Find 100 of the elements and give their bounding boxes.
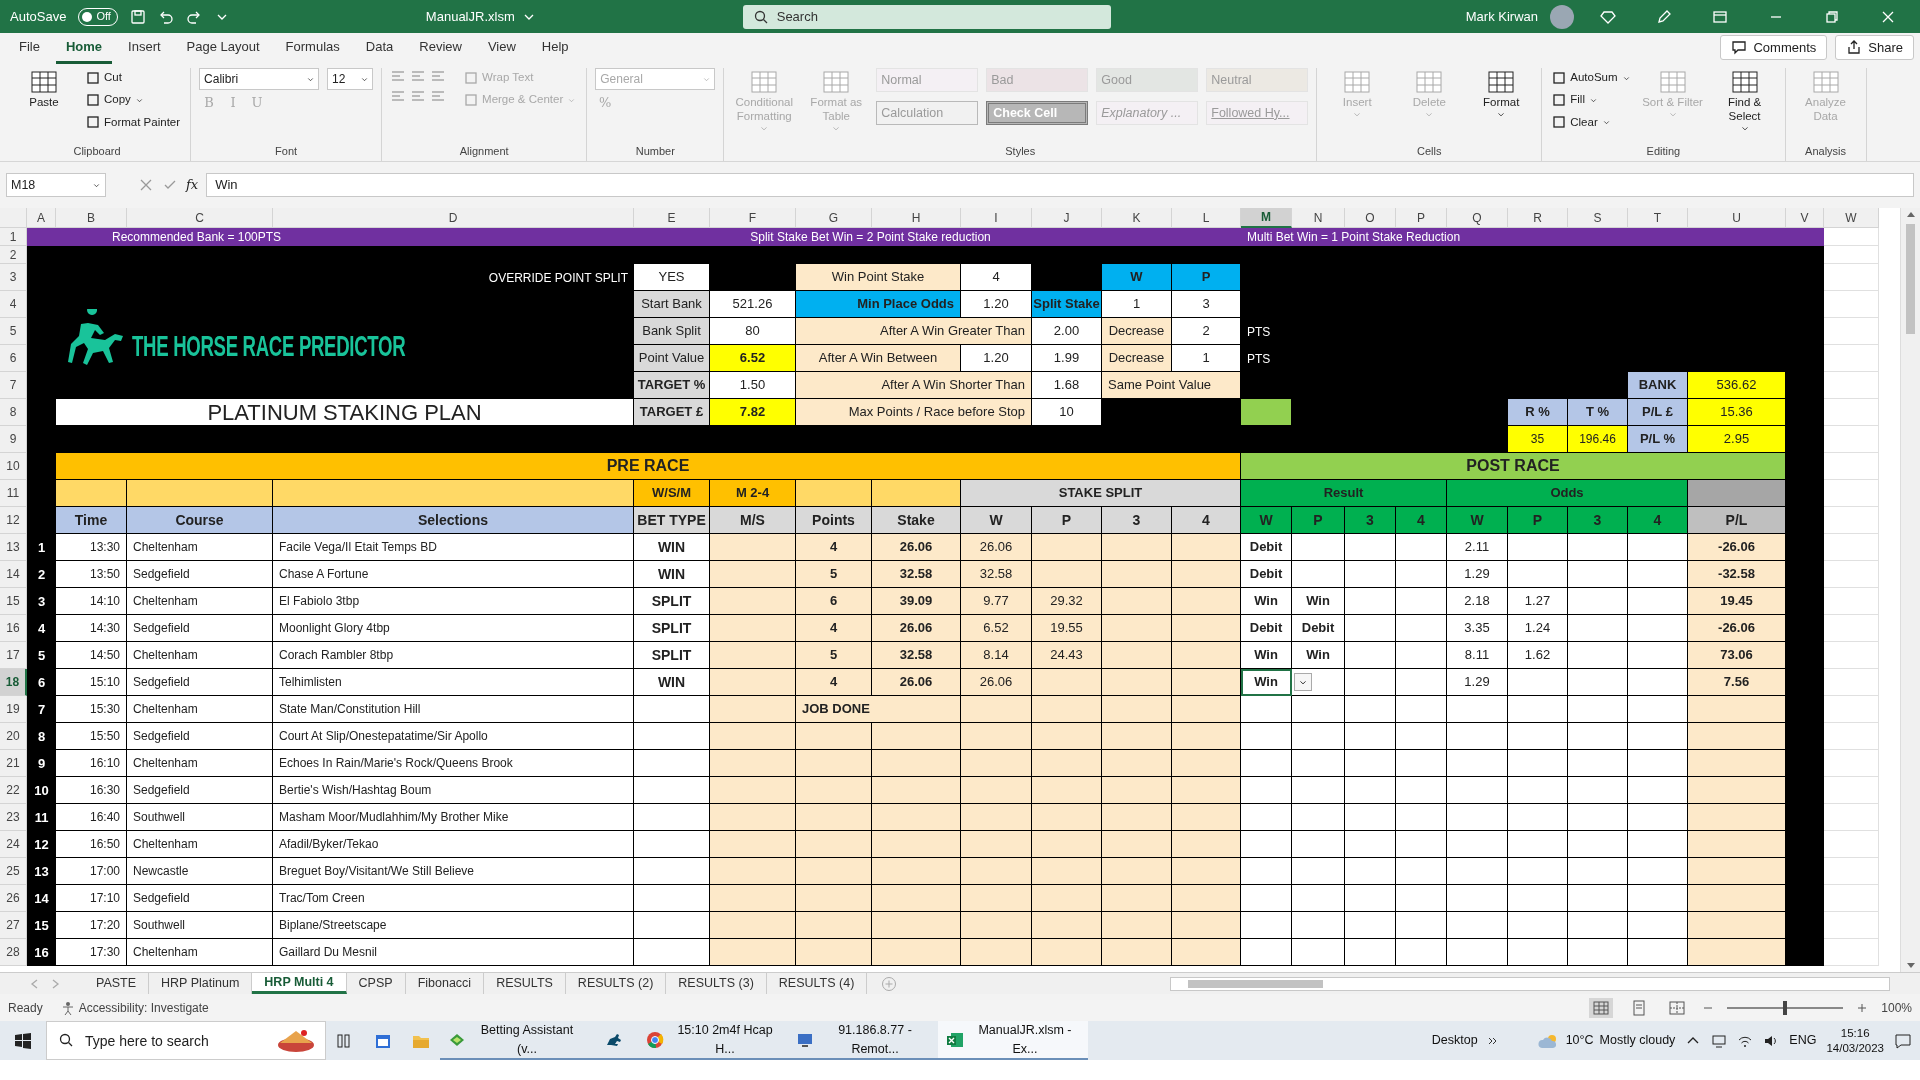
taskbar-app[interactable]: Betting Assistant (v...: [440, 1021, 590, 1060]
row-header[interactable]: 3: [0, 264, 27, 291]
formula-field[interactable]: Win: [206, 173, 1914, 197]
column-header[interactable]: V: [1786, 208, 1824, 228]
column-header[interactable]: K: [1102, 208, 1172, 228]
dropdown-button[interactable]: [1294, 673, 1312, 691]
column-header[interactable]: P: [1396, 208, 1447, 228]
scroll-down-icon[interactable]: [1905, 962, 1916, 970]
row-header[interactable]: 4: [0, 291, 27, 318]
column-header[interactable]: B: [56, 208, 127, 228]
taskbar-app[interactable]: ManualJR.xlsm - Ex...: [938, 1021, 1088, 1060]
horizontal-scrollbar[interactable]: [1170, 976, 1890, 991]
pen-icon[interactable]: [1656, 8, 1672, 25]
scroll-up-icon[interactable]: [1905, 210, 1916, 218]
row-header[interactable]: 7: [0, 372, 27, 399]
row-header[interactable]: 17: [0, 642, 27, 669]
accessibility-button[interactable]: Accessibility: Investigate: [56, 996, 213, 1019]
file-name[interactable]: ManualJR.xlsm: [411, 6, 551, 27]
row-header[interactable]: 8: [0, 399, 27, 426]
column-header[interactable]: I: [961, 208, 1032, 228]
row-header[interactable]: 19: [0, 696, 27, 723]
row-header[interactable]: 16: [0, 615, 27, 642]
row-header[interactable]: 20: [0, 723, 27, 750]
row-header[interactable]: 24: [0, 831, 27, 858]
ribbon-tab[interactable]: Data: [355, 32, 404, 64]
vertical-scrollbar[interactable]: [1900, 208, 1920, 972]
column-header[interactable]: E: [634, 208, 710, 228]
slider-thumb[interactable]: [1783, 1000, 1788, 1015]
row-header[interactable]: 1: [0, 228, 27, 246]
ribbon-tab[interactable]: Help: [531, 32, 579, 64]
clock-date[interactable]: 14/03/2023: [1826, 1040, 1884, 1055]
row-header[interactable]: 12: [0, 507, 27, 534]
next-sheet-icon[interactable]: [52, 978, 60, 989]
previous-sheet-icon[interactable]: [30, 978, 38, 989]
row-header[interactable]: 27: [0, 912, 27, 939]
row-header[interactable]: 9: [0, 426, 27, 453]
ribbon-button[interactable]: Cut: [84, 68, 183, 88]
ribbon-button[interactable]: Copy: [84, 90, 183, 110]
column-header[interactable]: M: [1241, 208, 1292, 228]
scroll-thumb[interactable]: [1188, 979, 1323, 988]
column-header[interactable]: A: [27, 208, 56, 228]
row-header[interactable]: 6: [0, 345, 27, 372]
column-header[interactable]: C: [127, 208, 273, 228]
row-header[interactable]: 2: [0, 246, 27, 264]
name-box[interactable]: M18: [6, 173, 106, 197]
row-header[interactable]: 5: [0, 318, 27, 345]
row-header[interactable]: 11: [0, 480, 27, 507]
cancel-icon[interactable]: [138, 177, 154, 193]
ribbon-display-icon[interactable]: [1712, 8, 1728, 25]
search-field[interactable]: Search: [742, 4, 1111, 29]
desktop-toolbar[interactable]: Desktop: [1431, 1031, 1478, 1050]
column-header[interactable]: D: [273, 208, 634, 228]
network-icon[interactable]: [1711, 1032, 1728, 1049]
restore-icon[interactable]: [1824, 8, 1840, 25]
row-header[interactable]: 10: [0, 453, 27, 480]
scroll-thumb[interactable]: [1906, 224, 1915, 334]
column-header[interactable]: S: [1568, 208, 1628, 228]
column-header[interactable]: G: [796, 208, 872, 228]
save-icon[interactable]: [129, 8, 146, 25]
zoom-level[interactable]: 100%: [1881, 998, 1912, 1017]
column-header[interactable]: F: [710, 208, 796, 228]
dropdown-field[interactable]: 12: [327, 68, 374, 90]
diamond-icon[interactable]: [1600, 8, 1616, 25]
clock-time[interactable]: 15:16: [1840, 1026, 1870, 1041]
column-header[interactable]: N: [1292, 208, 1345, 228]
row-header[interactable]: 22: [0, 777, 27, 804]
ribbon-tab[interactable]: View: [477, 32, 526, 64]
column-header[interactable]: U: [1688, 208, 1786, 228]
dropdown-field[interactable]: Calibri: [199, 68, 320, 90]
insert-function-button[interactable]: fx: [186, 175, 199, 195]
ribbon-button[interactable]: Find & Select: [1712, 68, 1777, 132]
row-header[interactable]: 26: [0, 885, 27, 912]
column-header[interactable]: W: [1824, 208, 1879, 228]
sheet-tab[interactable]: HRP Multi 4: [252, 973, 347, 994]
add-sheet-icon[interactable]: [881, 975, 898, 992]
ribbon-button[interactable]: Paste: [12, 68, 76, 110]
notification-icon[interactable]: [1894, 1031, 1912, 1050]
column-header[interactable]: T: [1628, 208, 1688, 228]
comments-button[interactable]: Comments: [1720, 34, 1828, 60]
column-header[interactable]: O: [1345, 208, 1396, 228]
row-header[interactable]: 21: [0, 750, 27, 777]
ribbon-tab[interactable]: Formulas: [275, 32, 350, 64]
row-header[interactable]: 25: [0, 858, 27, 885]
row-header[interactable]: 18: [0, 669, 27, 696]
column-header[interactable]: H: [872, 208, 961, 228]
zoom-in-icon[interactable]: [1857, 1002, 1868, 1013]
ribbon-tab[interactable]: Review: [409, 32, 472, 64]
column-header[interactable]: Q: [1447, 208, 1508, 228]
column-header[interactable]: L: [1172, 208, 1241, 228]
ribbon-tab[interactable]: Page Layout: [176, 32, 270, 64]
row-header[interactable]: 15: [0, 588, 27, 615]
taskbar-app[interactable]: 15:10 2m4f Hcap H...: [638, 1021, 788, 1060]
row-header[interactable]: 13: [0, 534, 27, 561]
chevron-icon[interactable]: [1487, 1035, 1498, 1046]
search-field[interactable]: Type here to search: [46, 1021, 326, 1060]
ribbon-button[interactable]: Format: [1469, 68, 1534, 118]
avatar[interactable]: [1550, 4, 1574, 29]
column-header[interactable]: R: [1508, 208, 1568, 228]
ribbon-button[interactable]: Format Painter: [84, 112, 183, 132]
row-header[interactable]: 28: [0, 939, 27, 966]
